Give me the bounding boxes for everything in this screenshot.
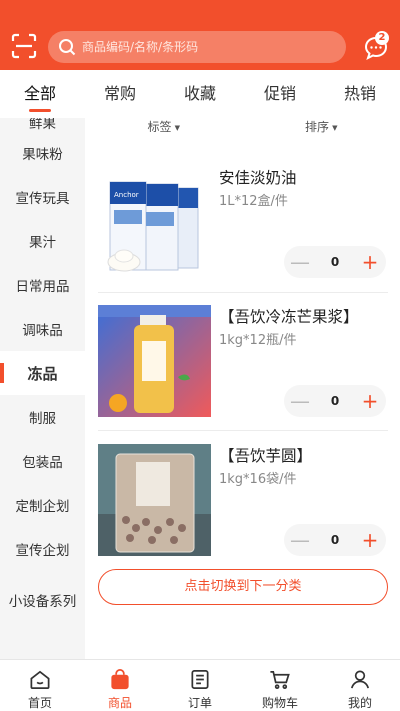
order-icon (191, 670, 209, 689)
sort-filter-label: 排序 (305, 120, 330, 134)
quantity-value[interactable]: 0 (316, 255, 354, 269)
product-image[interactable] (98, 305, 211, 417)
product-name: 【吾饮芋圆】 (219, 447, 313, 465)
category-item-daily-goods[interactable]: 日常用品 (0, 263, 85, 307)
nav-orders[interactable]: 订单 (160, 660, 240, 711)
tab-hot[interactable]: 热销 (320, 70, 400, 118)
nav-profile-label: 我的 (347, 696, 372, 710)
nav-profile[interactable]: 我的 (320, 660, 400, 711)
nav-home[interactable]: 首页 (0, 660, 80, 711)
message-badge: 2 (375, 31, 389, 45)
bag-icon (111, 669, 129, 690)
app-header: 2 (0, 0, 400, 70)
category-item-fruit-powder[interactable]: 果味粉 (0, 131, 85, 175)
tag-filter[interactable]: 标签 ▼ (85, 118, 243, 138)
category-item-uniform[interactable]: 制服 (0, 395, 85, 439)
search-input[interactable] (82, 40, 322, 54)
quantity-stepper[interactable]: — 0 + (284, 246, 386, 278)
next-category-button[interactable]: 点击切换到下一分类 (98, 569, 388, 605)
quantity-value[interactable]: 0 (316, 394, 354, 408)
dropdown-arrow-icon: ▼ (332, 123, 338, 132)
divider (98, 292, 388, 293)
product-name: 【吾饮冷冻芒果浆】 (219, 308, 359, 326)
nav-products[interactable]: 商品 (80, 660, 160, 711)
product-image-brand: Anchor (114, 191, 139, 199)
product-spec: 1kg*12瓶/件 (219, 333, 297, 348)
tab-all[interactable]: 全部 (0, 70, 80, 118)
nav-home-label: 首页 (27, 696, 52, 710)
sort-filter[interactable]: 排序 ▼ (243, 118, 400, 138)
category-item-promo-planning[interactable]: 宣传企划 (0, 527, 85, 571)
tab-frequent[interactable]: 常购 (80, 70, 160, 118)
cart-icon (270, 670, 290, 689)
decrease-button[interactable]: — (284, 246, 316, 278)
product-card[interactable]: 【吾饮芋圆】 1kg*16袋/件 — 0 + (98, 444, 388, 564)
search-icon (59, 39, 76, 56)
category-item-custom-planning[interactable]: 定制企划 (0, 483, 85, 527)
product-spec: 1kg*16袋/件 (219, 472, 297, 487)
quantity-value[interactable]: 0 (316, 533, 354, 547)
category-item-packaging[interactable]: 包装品 (0, 439, 85, 483)
quantity-stepper[interactable]: — 0 + (284, 524, 386, 556)
home-icon (30, 670, 50, 689)
tag-filter-label: 标签 (147, 120, 172, 134)
decrease-button[interactable]: — (284, 524, 316, 556)
category-item-small-equipment[interactable]: 小设备系列 (0, 571, 85, 633)
nav-cart-label: 购物车 (261, 696, 298, 710)
scan-icon[interactable] (10, 32, 38, 60)
product-image[interactable] (98, 444, 211, 556)
quantity-stepper[interactable]: — 0 + (284, 385, 386, 417)
bottom-nav: 首页 商品 订单 购物车 我的 (0, 659, 400, 711)
search-bar[interactable] (48, 31, 346, 63)
category-sidebar[interactable]: 鲜果 果味粉 宣传玩具 果汁 日常用品 调味品 冻品 制服 包装品 定制企划 宣… (0, 118, 85, 659)
decrease-button[interactable]: — (284, 385, 316, 417)
user-icon (351, 670, 369, 689)
divider (98, 430, 388, 431)
product-card[interactable]: 【吾饮冷冻芒果浆】 1kg*12瓶/件 — 0 + (98, 305, 388, 425)
product-card[interactable]: Anchor 安佳淡奶油 1L*12盒/件 — 0 + (98, 166, 388, 286)
nav-cart[interactable]: 购物车 (240, 660, 320, 711)
product-name: 安佳淡奶油 (219, 169, 297, 187)
increase-button[interactable]: + (354, 524, 386, 556)
filter-bar: 标签 ▼ 排序 ▼ (85, 118, 400, 138)
increase-button[interactable]: + (354, 246, 386, 278)
category-item-frozen[interactable]: 冻品 (0, 351, 85, 395)
product-image[interactable]: Anchor (98, 166, 211, 278)
tab-favorites[interactable]: 收藏 (160, 70, 240, 118)
increase-button[interactable]: + (354, 385, 386, 417)
category-item-juice[interactable]: 果汁 (0, 219, 85, 263)
nav-products-label: 商品 (107, 696, 132, 710)
tab-promotions[interactable]: 促销 (240, 70, 320, 118)
dropdown-arrow-icon: ▼ (174, 123, 180, 132)
category-item-seasoning[interactable]: 调味品 (0, 307, 85, 351)
category-item-fresh-fruit[interactable]: 鲜果 (0, 118, 85, 131)
category-item-promo-toys[interactable]: 宣传玩具 (0, 175, 85, 219)
product-spec: 1L*12盒/件 (219, 194, 288, 209)
nav-orders-label: 订单 (187, 696, 212, 710)
tab-bar: 全部 常购 收藏 促销 热销 (0, 70, 400, 118)
